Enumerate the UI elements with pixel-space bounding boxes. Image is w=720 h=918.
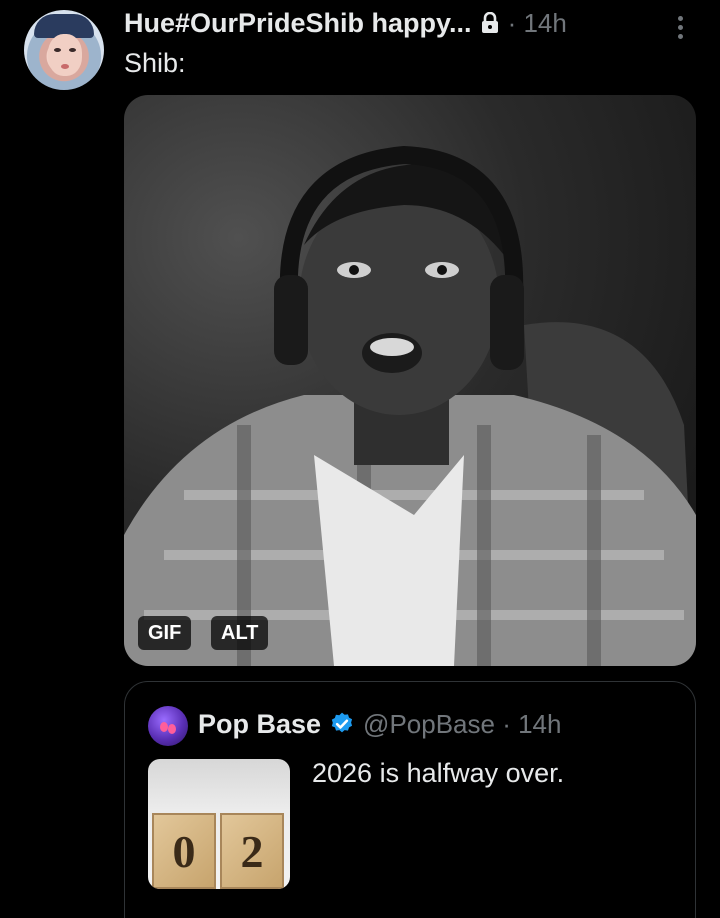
quoted-tweet-header: Pop Base @PopBase · 14h (198, 704, 561, 744)
lock-icon (481, 12, 498, 33)
digit-block: 0 (152, 813, 216, 889)
quoted-tweet-text: 2026 is halfway over. (312, 758, 565, 788)
digit-block: 2 (220, 813, 284, 889)
author-display-name[interactable]: Hue#OurPrideShib happy... (124, 8, 472, 39)
tweet[interactable]: Hue#OurPrideShib happy... · 14h Shib: GI… (0, 0, 720, 918)
tweet-header: Hue#OurPrideShib happy... · 14h (124, 6, 700, 40)
author-avatar[interactable] (24, 10, 104, 90)
more-options-icon[interactable] (660, 10, 700, 44)
gif-frame-person (124, 145, 696, 666)
quoted-author-avatar[interactable] (148, 706, 188, 746)
gif-badge[interactable]: GIF (138, 616, 192, 650)
tweet-text: Shib: (124, 48, 186, 78)
alt-text-button[interactable]: ALT (211, 616, 269, 650)
quoted-media-thumbnail[interactable]: 0 2 (148, 759, 290, 889)
quoted-author-name[interactable]: Pop Base (198, 709, 321, 740)
quoted-handle-and-time[interactable]: @PopBase · 14h (363, 709, 561, 740)
gif-media[interactable] (124, 95, 696, 666)
verified-badge-icon (331, 712, 353, 733)
post-timestamp[interactable]: · 14h (508, 8, 567, 39)
